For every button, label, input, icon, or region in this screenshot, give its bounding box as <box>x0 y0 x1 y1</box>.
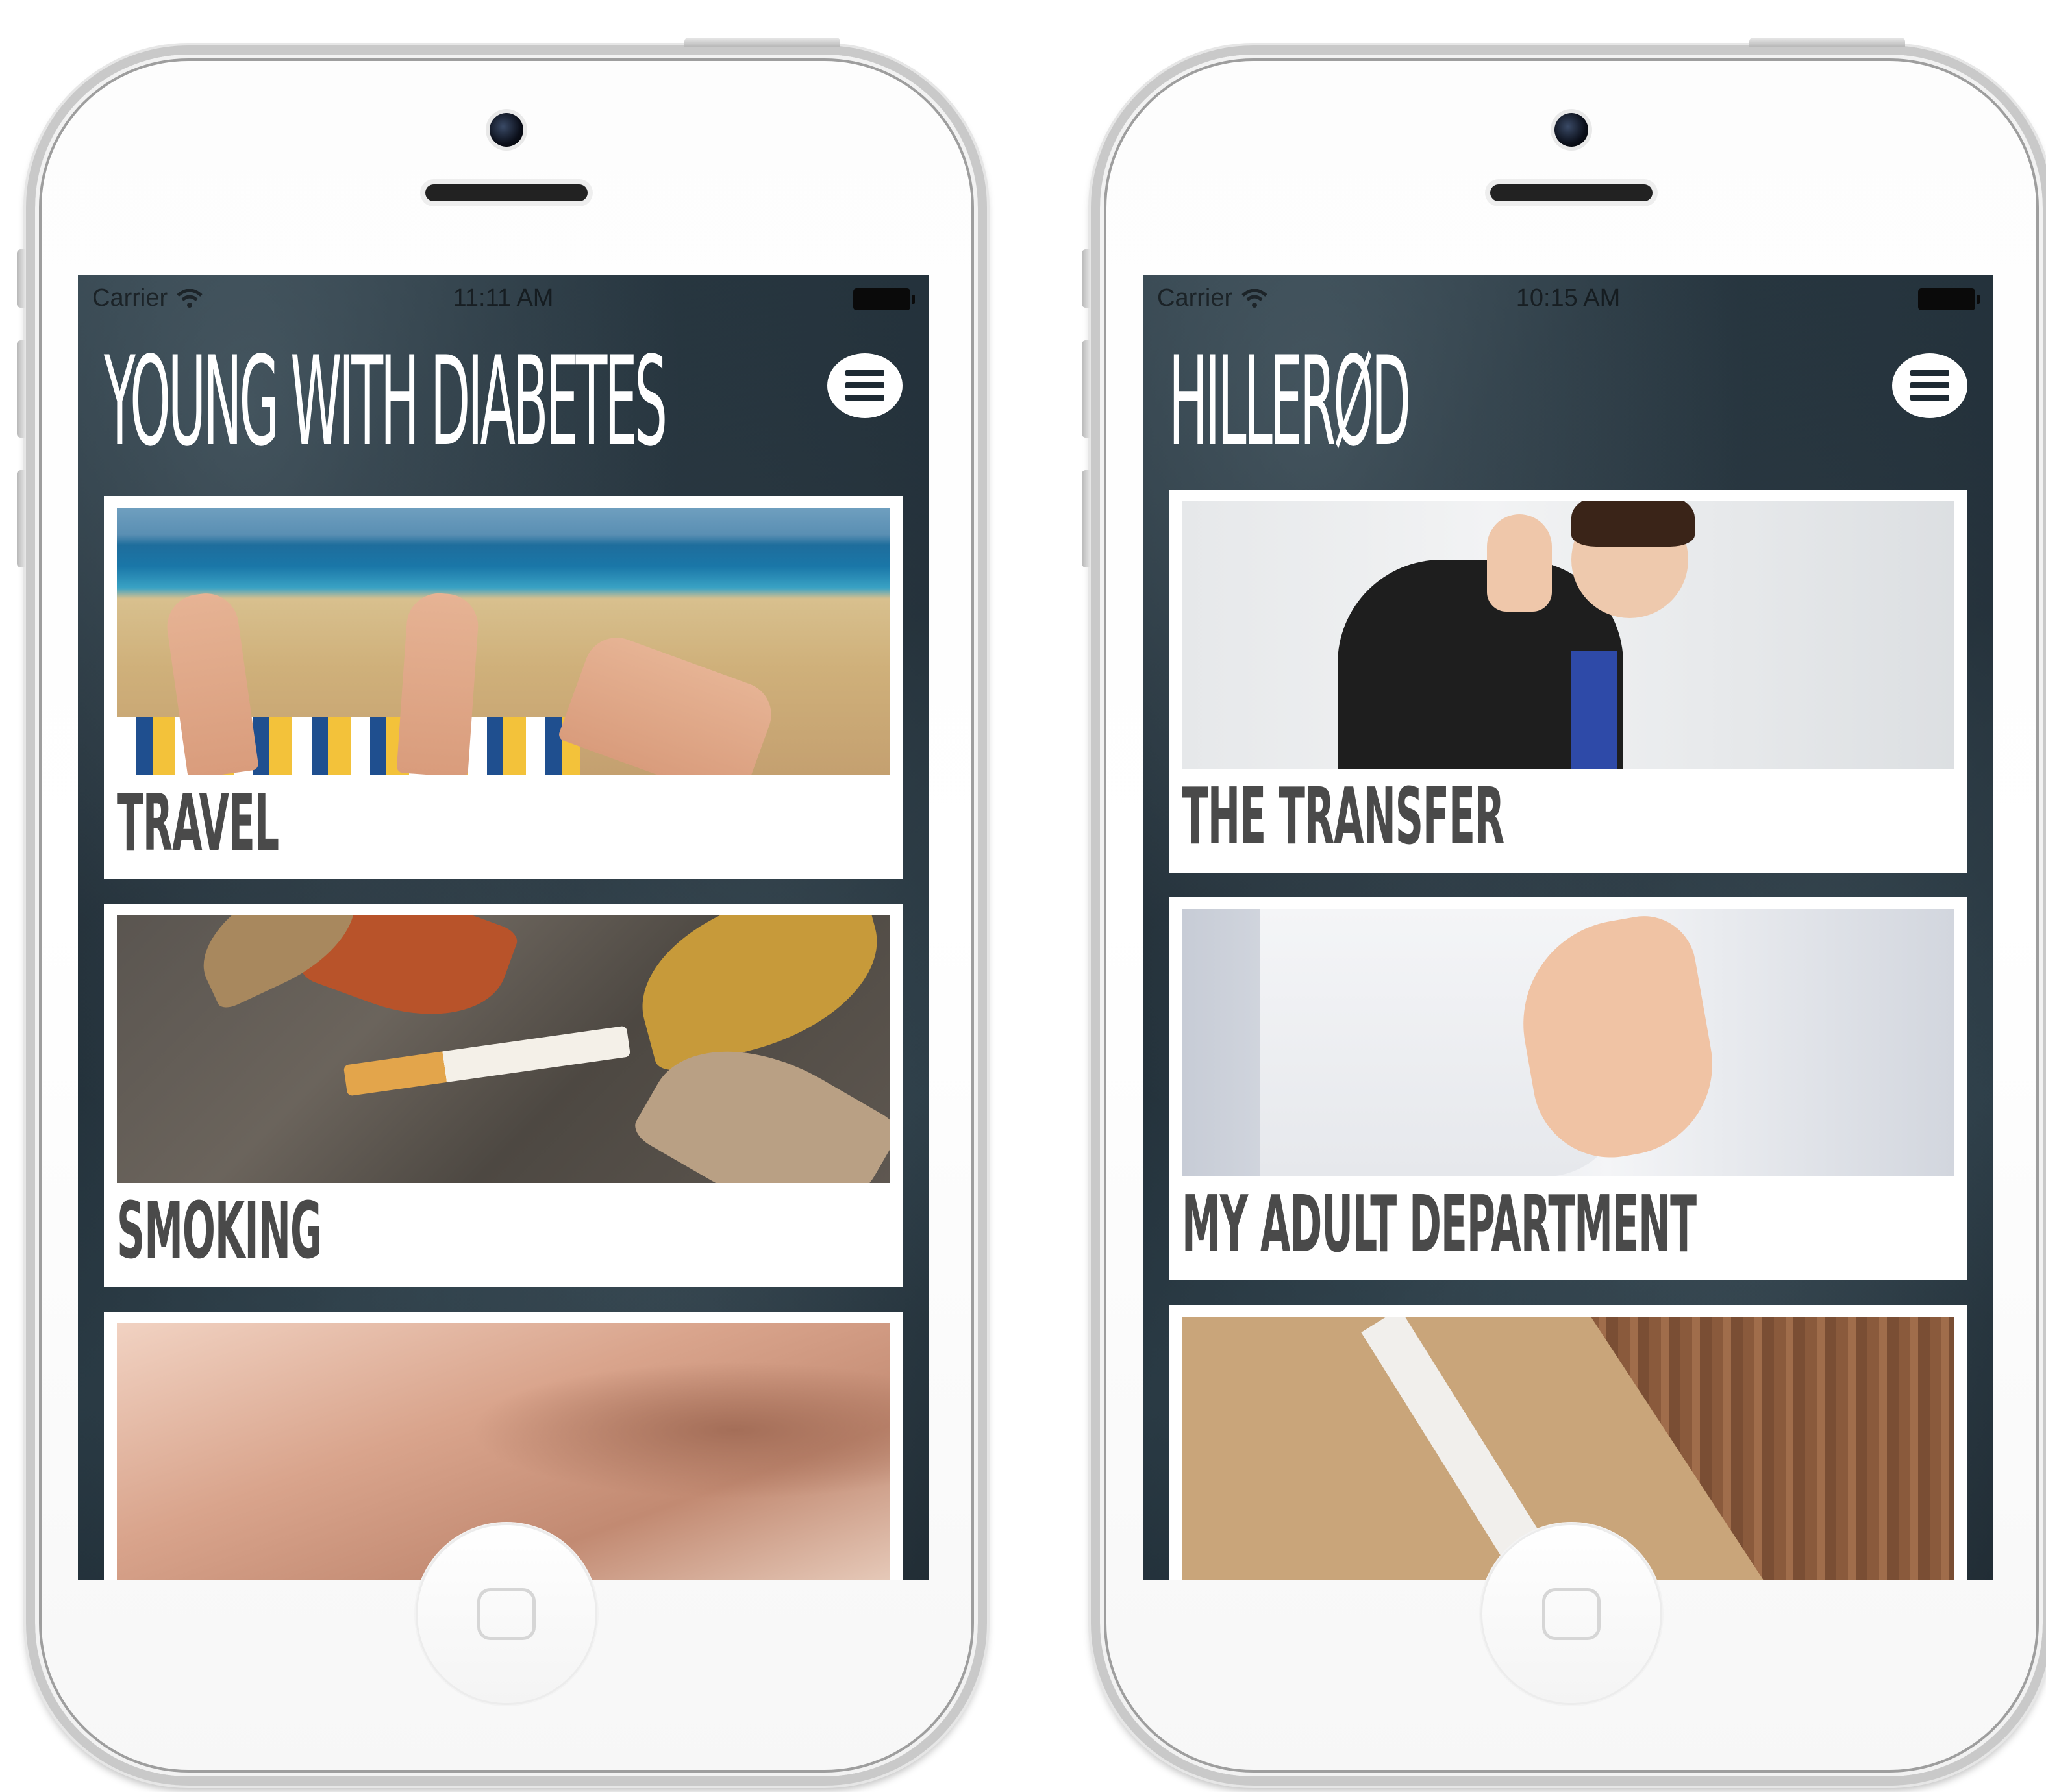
topic-card-label: TRAVEL <box>117 778 279 869</box>
phone-device-right: Carrier 10:15 AM HILLERØD THE TRANSFER M… <box>1082 38 2046 1786</box>
home-button-square-icon <box>477 1588 536 1640</box>
volume-down-button <box>17 470 26 567</box>
home-button[interactable] <box>1480 1523 1662 1705</box>
home-button[interactable] <box>416 1523 597 1705</box>
topic-card-the-transfer[interactable]: THE TRANSFER <box>1169 490 1967 873</box>
hamburger-icon <box>1910 370 1949 401</box>
power-button <box>1749 38 1905 47</box>
volume-up-button <box>17 340 26 438</box>
topic-card-label: THE TRANSFER <box>1182 772 1504 862</box>
cigarette-leaves-photo <box>117 915 890 1183</box>
front-camera <box>490 113 523 147</box>
front-camera <box>1554 113 1588 147</box>
topic-card-label: MY ADULT DEPARTMENT <box>1182 1180 1697 1270</box>
topic-list: THE TRANSFER MY ADULT DEPARTMENT <box>1169 490 1967 1580</box>
beach-feet-photo <box>117 508 890 775</box>
status-time: 10:15 AM <box>1516 284 1621 312</box>
app-screen: Carrier 10:15 AM HILLERØD THE TRANSFER M… <box>1143 275 1993 1580</box>
home-button-square-icon <box>1542 1588 1601 1640</box>
app-header: YOUNG WITH DIABETES <box>104 334 903 477</box>
app-title: YOUNG WITH DIABETES <box>104 330 667 473</box>
battery-icon <box>1918 288 1980 310</box>
topic-card-travel[interactable]: TRAVEL <box>104 496 903 879</box>
app-screen: Carrier 11:11 AM YOUNG WITH DIABETES TRA… <box>78 275 929 1580</box>
status-time: 11:11 AM <box>453 284 554 312</box>
power-button <box>684 38 840 47</box>
mute-switch <box>17 249 26 308</box>
topic-card-smoking[interactable]: SMOKING <box>104 904 903 1287</box>
menu-button[interactable] <box>827 353 903 418</box>
menu-button[interactable] <box>1892 353 1967 418</box>
status-bar: Carrier 10:15 AM <box>1143 275 1993 321</box>
status-bar: Carrier 11:11 AM <box>78 275 929 321</box>
topic-list: TRAVEL SMOKING <box>104 496 903 1580</box>
hamburger-icon <box>845 370 884 401</box>
topic-card-label: SMOKING <box>117 1186 322 1276</box>
earpiece-speaker <box>425 184 588 201</box>
battery-icon <box>853 288 915 310</box>
mute-switch <box>1082 249 1091 308</box>
handshake-photo <box>1182 909 1954 1176</box>
phone-device-left: Carrier 11:11 AM YOUNG WITH DIABETES TRA… <box>17 38 987 1786</box>
topic-card-my-adult-department[interactable]: MY ADULT DEPARTMENT <box>1169 897 1967 1280</box>
volume-down-button <box>1082 470 1091 567</box>
app-title: HILLERØD <box>1169 330 1411 473</box>
earpiece-speaker <box>1490 184 1653 201</box>
volume-up-button <box>1082 340 1091 438</box>
app-header: HILLERØD <box>1169 334 1967 477</box>
waving-teen-photo <box>1182 501 1954 769</box>
